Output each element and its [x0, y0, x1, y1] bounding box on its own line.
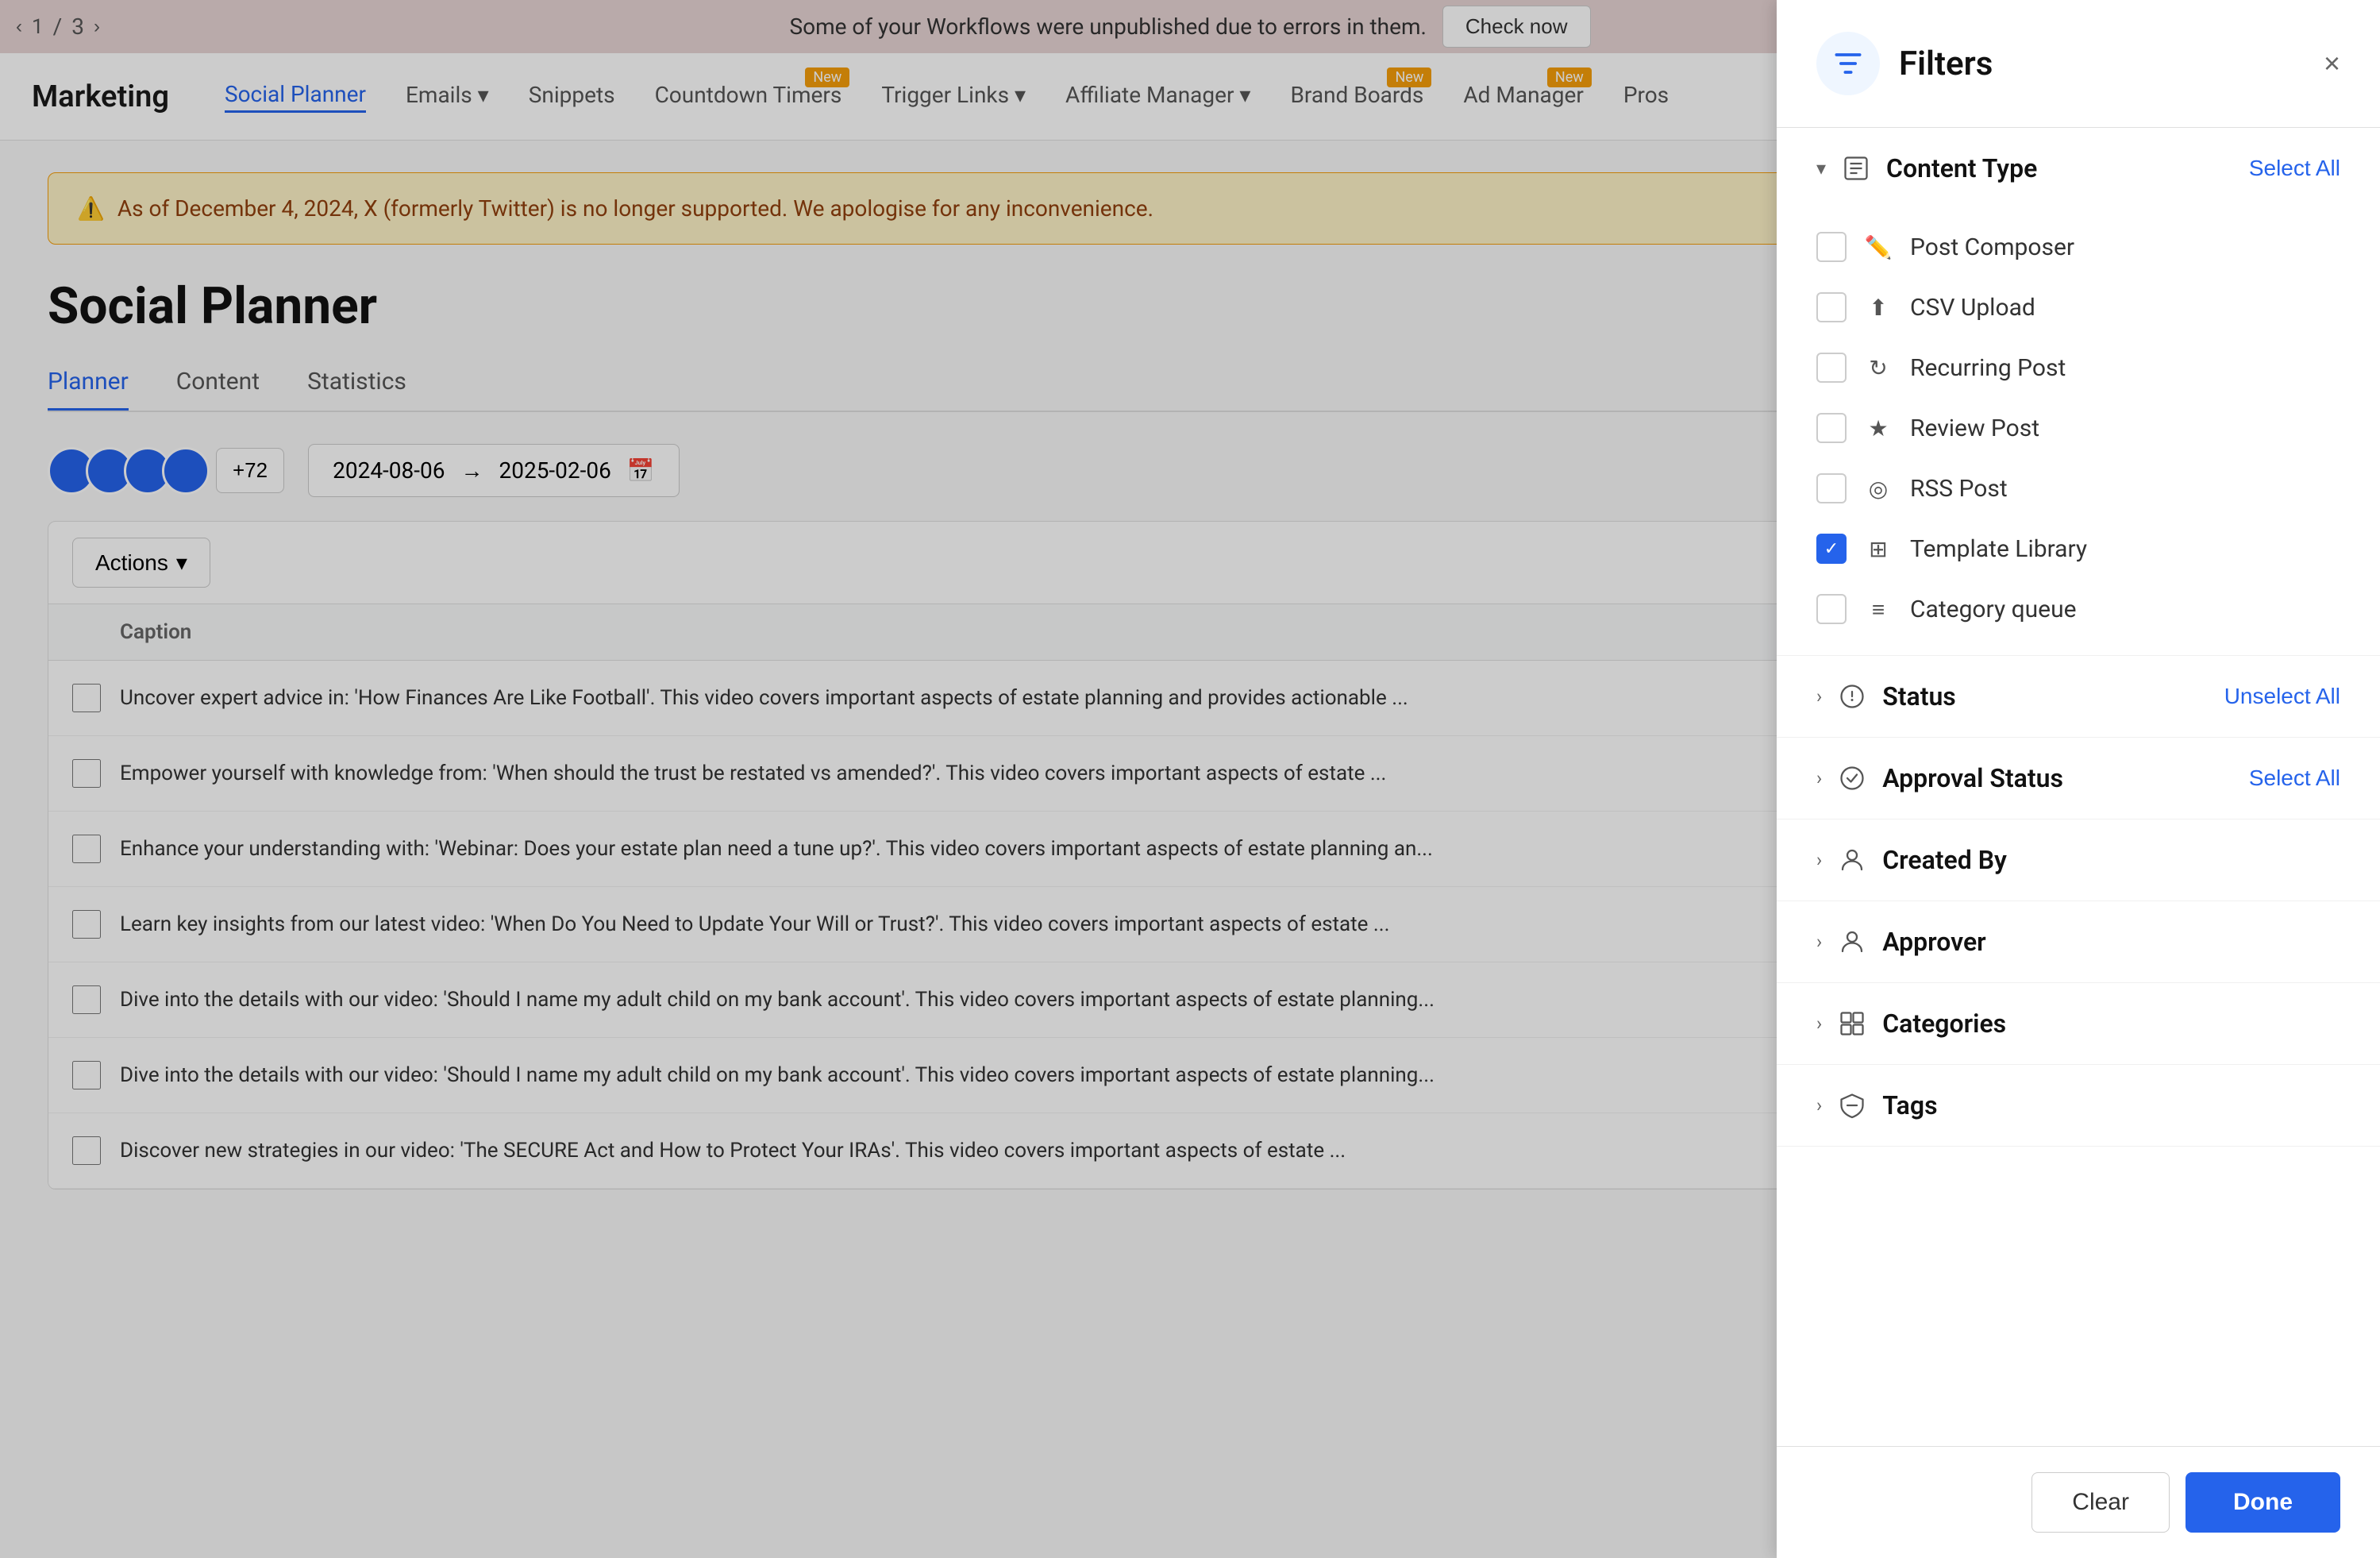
filter-section-approver: › Approver: [1777, 901, 2380, 983]
chevron-right-icon: ›: [1816, 1012, 1822, 1035]
filter-checkbox-rss-post[interactable]: [1816, 473, 1847, 503]
filter-section-title: Status: [1882, 681, 1956, 712]
filter-item-label: Category queue: [1910, 596, 2077, 623]
filter-checkbox-template-library[interactable]: [1816, 534, 1847, 564]
filter-section-header-status[interactable]: › Status Unselect All: [1777, 656, 2380, 737]
filter-section-left: › Approval Status: [1816, 763, 2063, 793]
filter-section-title: Content Type: [1886, 153, 2037, 183]
filter-close-button[interactable]: ×: [2324, 47, 2340, 80]
filter-checkbox-category-queue[interactable]: [1816, 594, 1847, 624]
filter-section-title: Tags: [1882, 1090, 1937, 1120]
filter-section-header-categories[interactable]: › Categories: [1777, 983, 2380, 1064]
status-icon: [1838, 682, 1866, 711]
approval-status-icon: [1838, 764, 1866, 792]
unselect-all-button[interactable]: Unselect All: [2224, 684, 2340, 709]
filter-section-left: ▾ Content Type: [1816, 153, 2037, 183]
csv-upload-icon: ⬆: [1862, 291, 1894, 323]
chevron-right-icon: ›: [1816, 767, 1822, 789]
filter-section-categories: › Categories: [1777, 983, 2380, 1065]
filter-item-post-composer[interactable]: ✏️ Post Composer: [1816, 217, 2340, 277]
template-library-icon: ⊞: [1862, 533, 1894, 565]
filter-item-recurring-post[interactable]: ↻ Recurring Post: [1816, 337, 2340, 398]
tags-icon: [1838, 1091, 1866, 1120]
filter-section-left: › Categories: [1816, 1008, 2006, 1039]
chevron-down-icon: ▾: [1816, 157, 1826, 179]
filter-section-tags: › Tags: [1777, 1065, 2380, 1147]
chevron-right-icon: ›: [1816, 1094, 1822, 1116]
filter-section-status: › Status Unselect All: [1777, 656, 2380, 738]
filter-item-label: CSV Upload: [1910, 294, 2035, 322]
filter-title: Filters: [1899, 44, 1993, 83]
filter-items-content-type: ✏️ Post Composer ⬆ CSV Upload ↻ Recurrin…: [1777, 209, 2380, 655]
filter-section-created-by: › Created By: [1777, 819, 2380, 901]
filter-item-csv-upload[interactable]: ⬆ CSV Upload: [1816, 277, 2340, 337]
filter-section-header-created-by[interactable]: › Created By: [1777, 819, 2380, 900]
post-composer-icon: ✏️: [1862, 231, 1894, 263]
filter-header: Filters ×: [1777, 0, 2380, 128]
filter-section-left: › Created By: [1816, 845, 2007, 875]
filter-section-content-type: ▾ Content Type Select All ✏️ Post Co: [1777, 128, 2380, 656]
filter-section-title: Created By: [1882, 845, 2007, 875]
filter-section-header-content-type[interactable]: ▾ Content Type Select All: [1777, 128, 2380, 209]
filter-header-left: Filters: [1816, 32, 1993, 95]
filter-section-left: › Approver: [1816, 927, 1986, 957]
category-queue-icon: ≡: [1862, 593, 1894, 625]
filter-item-review-post[interactable]: ★ Review Post: [1816, 398, 2340, 458]
filter-item-label: Recurring Post: [1910, 354, 2066, 382]
filter-item-label: RSS Post: [1910, 475, 2008, 503]
filter-section-title: Approval Status: [1882, 763, 2063, 793]
filter-body: ▾ Content Type Select All ✏️ Post Co: [1777, 128, 2380, 1446]
filter-footer: Clear Done: [1777, 1446, 2380, 1558]
select-all-button[interactable]: Select All: [2249, 156, 2340, 181]
filter-checkbox-recurring-post[interactable]: [1816, 353, 1847, 383]
approver-icon: [1838, 927, 1866, 956]
filter-section-left: › Tags: [1816, 1090, 1938, 1120]
filter-section-left: › Status: [1816, 681, 1956, 712]
filter-section-header-approver[interactable]: › Approver: [1777, 901, 2380, 982]
filter-section-header-tags[interactable]: › Tags: [1777, 1065, 2380, 1146]
filter-checkbox-review-post[interactable]: [1816, 413, 1847, 443]
filter-panel: Filters × ▾ Content Type Select All: [1777, 0, 2380, 1558]
filter-checkbox-csv-upload[interactable]: [1816, 292, 1847, 322]
content-type-icon: [1842, 154, 1870, 183]
chevron-right-icon: ›: [1816, 931, 1822, 953]
filter-item-category-queue[interactable]: ≡ Category queue: [1816, 579, 2340, 639]
rss-post-icon: ◎: [1862, 472, 1894, 504]
recurring-post-icon: ↻: [1862, 352, 1894, 384]
filter-section-approval-status: › Approval Status Select All: [1777, 738, 2380, 819]
filter-section-title: Approver: [1882, 927, 1985, 957]
categories-icon: [1838, 1009, 1866, 1038]
filter-section-header-approval-status[interactable]: › Approval Status Select All: [1777, 738, 2380, 819]
filter-item-label: Post Composer: [1910, 233, 2074, 261]
filter-item-label: Review Post: [1910, 415, 2039, 442]
filter-item-label: Template Library: [1910, 535, 2087, 563]
chevron-right-icon: ›: [1816, 685, 1822, 708]
filter-item-rss-post[interactable]: ◎ RSS Post: [1816, 458, 2340, 519]
filter-section-title: Categories: [1882, 1008, 2006, 1039]
filter-checkbox-post-composer[interactable]: [1816, 232, 1847, 262]
filter-icon: [1831, 46, 1866, 81]
filter-icon-circle: [1816, 32, 1880, 95]
created-by-icon: [1838, 846, 1866, 874]
done-button[interactable]: Done: [2186, 1472, 2340, 1533]
filter-item-template-library[interactable]: ⊞ Template Library: [1816, 519, 2340, 579]
chevron-right-icon: ›: [1816, 849, 1822, 871]
select-all-button-approval[interactable]: Select All: [2249, 766, 2340, 791]
review-post-icon: ★: [1862, 412, 1894, 444]
clear-button[interactable]: Clear: [2031, 1472, 2170, 1533]
